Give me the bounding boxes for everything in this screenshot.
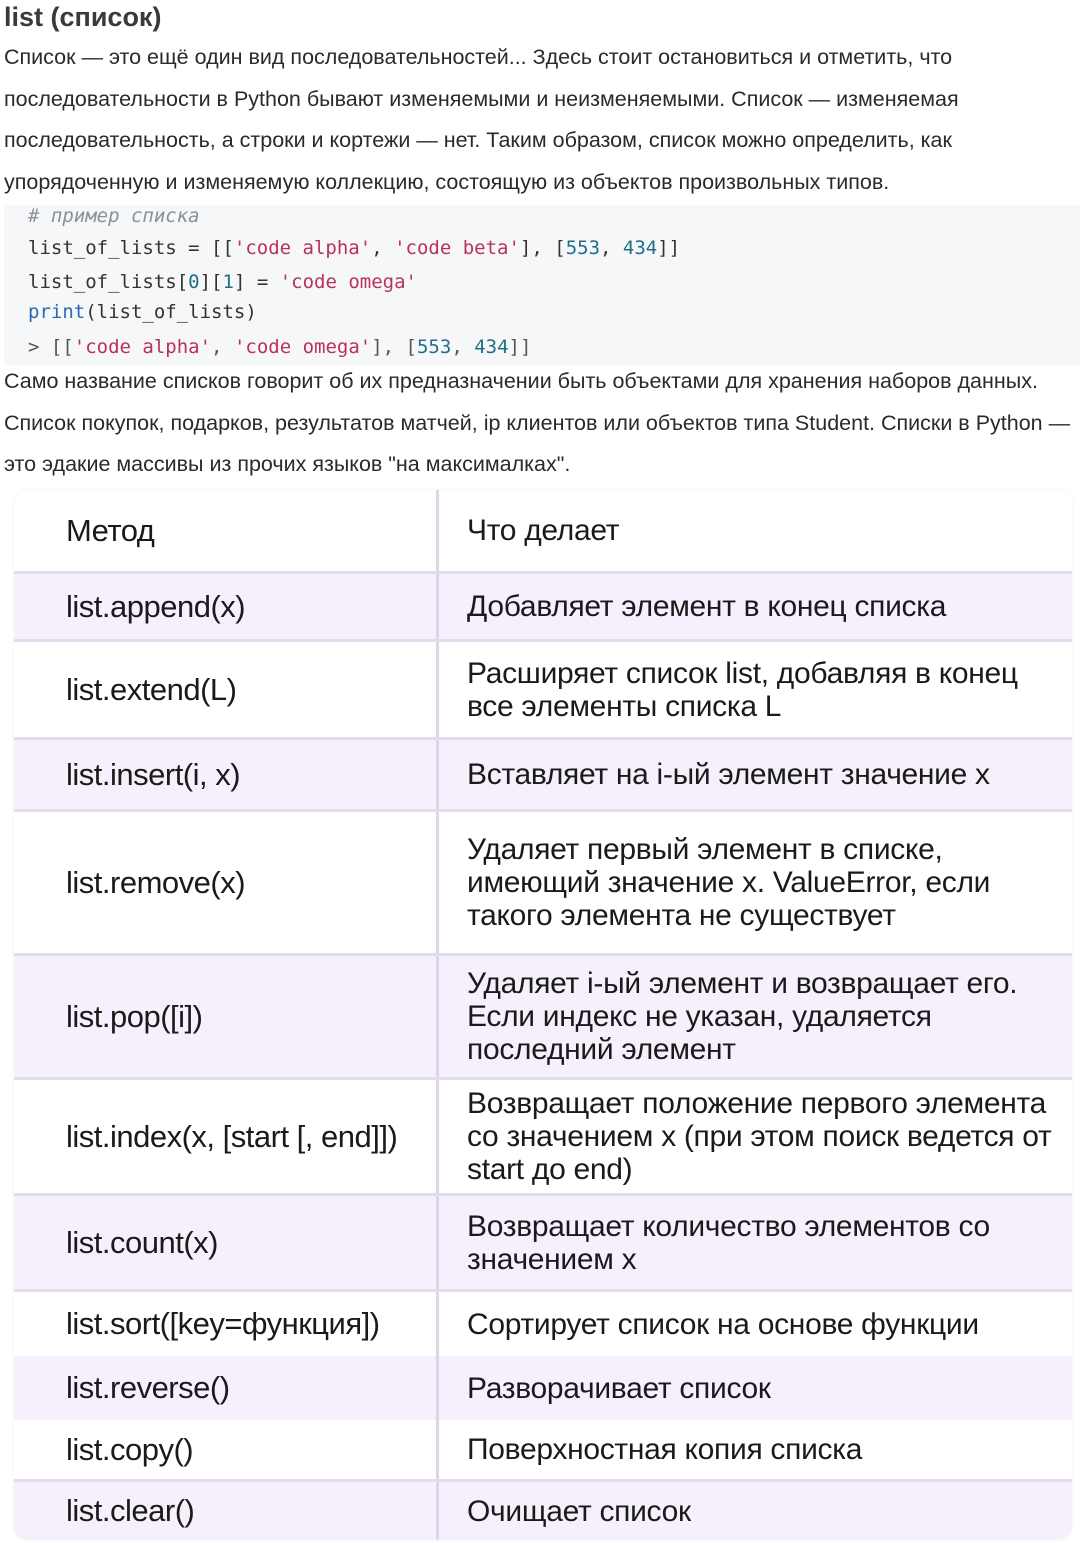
- table-row: list.append(x) Добавляет элемент в конец…: [14, 574, 1072, 642]
- method-cell: list.index(x, [start [, end]]): [14, 1080, 439, 1193]
- description-cell: Очищает список: [467, 1494, 691, 1528]
- method-cell: list.clear(): [14, 1482, 439, 1540]
- description-cell: Возвращает количество элементов со значе…: [467, 1209, 990, 1276]
- code-line-1: list_of_lists = [['code alpha', 'code be…: [28, 237, 681, 259]
- description-cell: Разворачивает список: [467, 1371, 771, 1405]
- table-row: list.insert(i, x) Вставляет на i-ый элем…: [14, 740, 1072, 812]
- method-cell: list.copy(): [14, 1420, 439, 1479]
- methods-table: Метод Что делает list.append(x) Добавляе…: [14, 490, 1072, 1540]
- method-cell: list.remove(x): [14, 812, 439, 953]
- table-row: list.sort([key=функция]) Сортирует списо…: [14, 1292, 1072, 1356]
- method-cell: list.append(x): [14, 574, 439, 639]
- table-row: list.reverse() Разворачивает список: [14, 1356, 1072, 1420]
- table-row: list.clear() Очищает список: [14, 1482, 1072, 1540]
- intro-paragraph: Список — это ещё один вид последовательн…: [4, 45, 959, 194]
- header-description: Что делает: [467, 514, 620, 547]
- method-cell: list.reverse(): [14, 1356, 439, 1420]
- description-cell: Вставляет на i-ый элемент значение x: [467, 758, 990, 791]
- table-row: list.count(x) Возвращает количество элем…: [14, 1196, 1072, 1292]
- section-title: list (список): [4, 2, 162, 32]
- code-block: # пример списка list_of_lists = [['code …: [4, 205, 1080, 365]
- method-cell: list.sort([key=функция]): [14, 1292, 439, 1356]
- table-row: list.index(x, [start [, end]]) Возвращае…: [14, 1080, 1072, 1196]
- description-cell: Удаляет i-ый элемент и возвращает его. Е…: [467, 967, 1018, 1066]
- table-row: list.copy() Поверхностная копия списка: [14, 1420, 1072, 1482]
- method-cell: list.pop([i]): [14, 956, 439, 1077]
- code-output-line: > [['code alpha', 'code omega'], [553, 4…: [28, 336, 532, 358]
- header-method: Метод: [14, 490, 439, 571]
- description-cell: Удаляет первый элемент в списке, имеющий…: [467, 833, 991, 932]
- method-cell: list.count(x): [14, 1196, 439, 1289]
- code-line-3: print(list_of_lists): [28, 301, 257, 323]
- table-header-row: Метод Что делает: [14, 490, 1072, 574]
- table-row: list.pop([i]) Удаляет i-ый элемент и воз…: [14, 956, 1072, 1080]
- description-cell: Поверхностная копия списка: [467, 1433, 863, 1466]
- method-cell: list.insert(i, x): [14, 740, 439, 809]
- code-line-2: list_of_lists[0][1] = 'code omega': [28, 271, 417, 293]
- method-cell: list.extend(L): [14, 642, 439, 737]
- code-line-comment: # пример списка: [28, 205, 200, 227]
- description-cell: Сортирует список на основе функции: [467, 1307, 979, 1341]
- description-cell: Добавляет элемент в конец списка: [467, 590, 947, 623]
- description-cell: Возвращает положение первого элемента со…: [467, 1087, 1052, 1186]
- description-cell: Расширяет список list, добавляя в конец …: [467, 656, 1018, 723]
- table-row: list.remove(x) Удаляет первый элемент в …: [14, 812, 1072, 956]
- table-row: list.extend(L) Расширяет список list, до…: [14, 642, 1072, 740]
- outro-paragraph: Само название списков говорит об их пред…: [4, 369, 1071, 476]
